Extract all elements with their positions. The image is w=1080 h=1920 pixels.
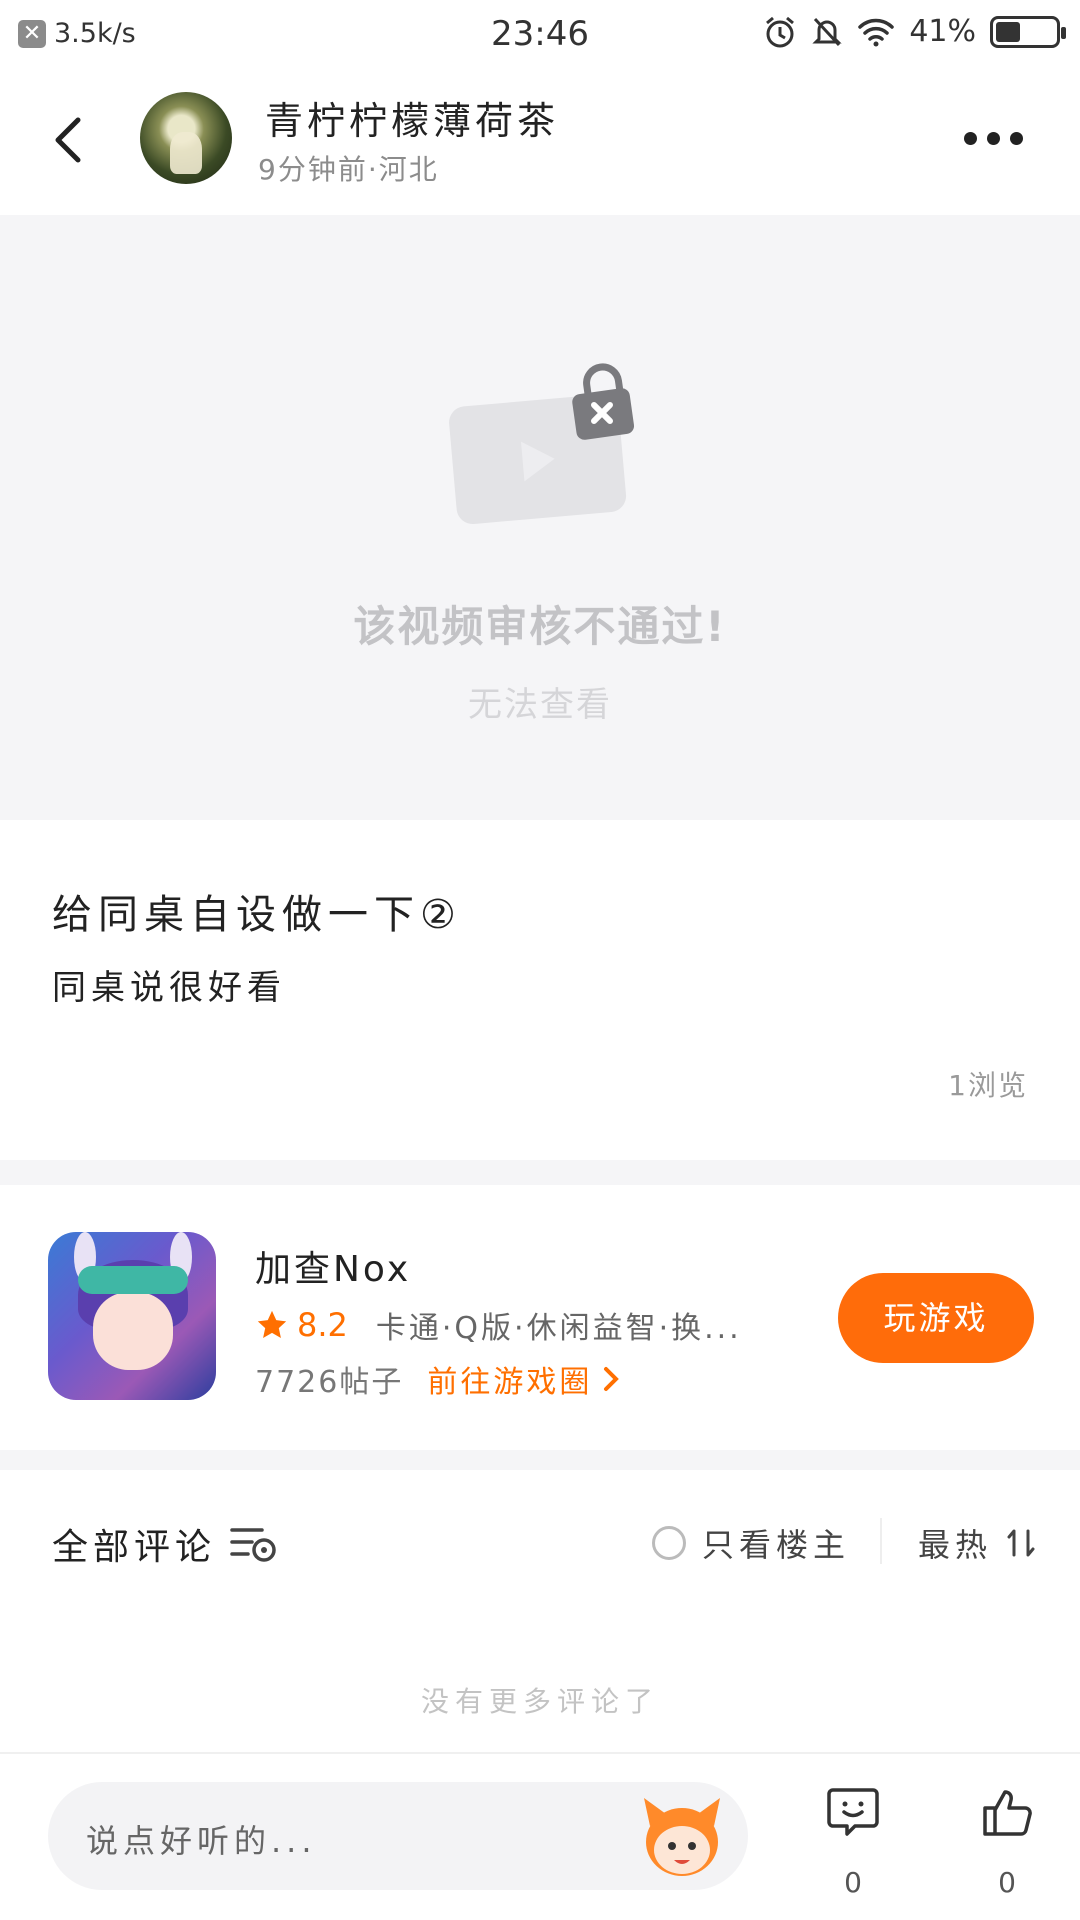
section-divider [0, 1160, 1080, 1185]
only-owner-toggle[interactable]: 只看楼主 [652, 1520, 850, 1566]
comment-input[interactable]: 说点好听的... [48, 1782, 748, 1890]
game-post-count: 7726帖子 [255, 1365, 404, 1400]
comment-placeholder: 说点好听的... [86, 1822, 317, 1860]
filter-icon[interactable] [230, 1524, 280, 1564]
battery-icon [990, 15, 1066, 48]
game-rating-row: 8.2 卡通·Q版·休闲益智·换... [255, 1303, 742, 1347]
game-card[interactable]: 加查Nox 8.2 卡通·Q版·休闲益智·换... 7726帖子 前往游戏圈 玩… [0, 1185, 1080, 1450]
more-dot-icon [963, 131, 977, 145]
comment-icon [827, 1788, 879, 1836]
status-bar: ✕ 3.5k/s 23:46 41% [0, 0, 1080, 70]
game-circle-link[interactable]: 前往游戏圈 [427, 1357, 620, 1401]
comment-count: 0 [844, 1866, 862, 1899]
post-title: 给同桌自设做一下② [52, 892, 462, 938]
avatar[interactable] [140, 92, 232, 184]
post-body: 同桌说很好看 [52, 968, 286, 1008]
mute-bell-icon [812, 17, 842, 46]
play-game-button[interactable]: 玩游戏 [838, 1273, 1034, 1363]
blocked-title: 该视频审核不通过! [353, 602, 727, 651]
sort-icon [1007, 1529, 1035, 1557]
like-count: 0 [998, 1866, 1016, 1899]
locked-video-icon [449, 363, 635, 525]
more-options-button[interactable] [958, 118, 1028, 158]
game-score: 8.2 [297, 1306, 348, 1344]
no-more-comments: 没有更多评论了 [420, 1685, 659, 1718]
user-name[interactable]: 青柠柠檬薄荷茶 [265, 90, 559, 145]
blocked-subtitle: 无法查看 [468, 685, 612, 725]
battery-fill [996, 21, 1020, 42]
bottom-bar: 说点好听的... 0 0 [0, 1752, 1080, 1920]
post-content: 给同桌自设做一下② 同桌说很好看 1浏览 [0, 820, 1080, 1160]
sort-divider [880, 1518, 882, 1564]
star-icon [257, 1310, 287, 1339]
mascot-icon[interactable] [636, 1792, 728, 1882]
wifi-icon [858, 18, 895, 46]
comment-button[interactable]: 0 [818, 1784, 888, 1904]
only-owner-label: 只看楼主 [702, 1526, 851, 1564]
game-icon[interactable] [48, 1232, 216, 1400]
game-name[interactable]: 加查Nox [255, 1240, 411, 1292]
chevron-right-icon [604, 1367, 620, 1391]
video-area[interactable]: 该视频审核不通过! 无法查看 [0, 215, 1080, 820]
game-circle-label: 前往游戏圈 [427, 1365, 593, 1400]
sort-label: 最热 [918, 1526, 993, 1564]
post-header: 青柠柠檬薄荷茶 9分钟前·河北 [0, 70, 1080, 215]
radio-icon[interactable] [652, 1526, 686, 1560]
more-dot-icon [986, 131, 1000, 145]
sort-button[interactable]: 最热 [918, 1520, 1036, 1566]
alarm-icon [766, 16, 795, 47]
view-count: 1浏览 [948, 1069, 1028, 1102]
game-stats-row: 7726帖子 前往游戏圈 [255, 1357, 620, 1401]
comments-title: 全部评论 [52, 1527, 217, 1568]
battery-percent: 41% [909, 14, 976, 49]
game-tags: 卡通·Q版·休闲益智·换... [375, 1311, 742, 1346]
like-button[interactable]: 0 [972, 1784, 1042, 1904]
post-meta: 9分钟前·河北 [258, 153, 439, 186]
status-right: 41% [763, 14, 1066, 49]
comments-section: 全部评论 只看楼主 最热 没有更多评论了 [0, 1470, 1080, 1750]
more-dot-icon [1009, 131, 1023, 145]
section-divider [0, 1450, 1080, 1470]
back-icon[interactable] [40, 110, 100, 170]
thumbs-up-icon [983, 1790, 1032, 1836]
